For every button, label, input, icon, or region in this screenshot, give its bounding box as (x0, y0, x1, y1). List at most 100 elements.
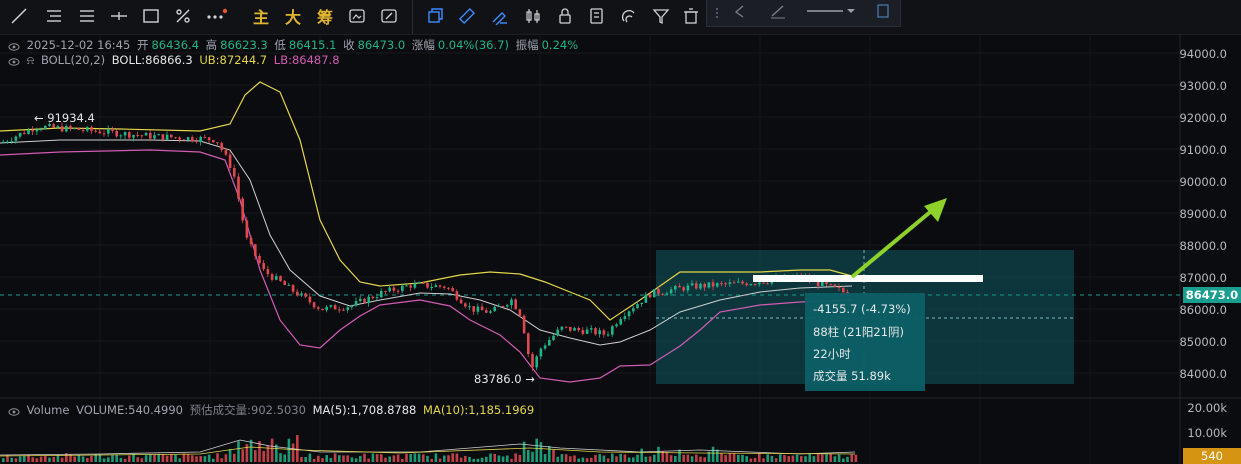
volume-bar (203, 456, 207, 462)
candle-body (182, 139, 186, 141)
volume-bar (178, 458, 181, 462)
volume-bar (783, 455, 786, 462)
horizontal-lines-icon[interactable] (43, 5, 65, 27)
volume-bar (577, 458, 580, 462)
chip-distribution-toggle[interactable]: 筹 (314, 5, 336, 27)
candle-body (480, 306, 484, 311)
volume-bar (489, 453, 492, 462)
price-chart[interactable] (0, 34, 1241, 464)
candle-body (644, 294, 648, 303)
drag-handle-icon[interactable] (713, 2, 723, 24)
eye-icon[interactable] (8, 41, 20, 51)
ruler-icon[interactable] (456, 5, 478, 27)
candle-body (375, 297, 379, 299)
amplitude-value: 0.24% (541, 38, 579, 52)
magnet-icon[interactable] (618, 5, 640, 27)
volume-bar (329, 457, 333, 462)
volume-bar (52, 456, 55, 462)
volume-bar (262, 450, 265, 462)
rectangle-icon[interactable] (140, 5, 162, 27)
candle-body (426, 282, 429, 288)
candle-body (409, 285, 412, 288)
candle-body (304, 293, 307, 297)
volume-bar (300, 456, 303, 462)
note-icon[interactable] (586, 5, 608, 27)
volume-bar (795, 454, 799, 462)
volume-bar (640, 448, 643, 462)
lock-icon[interactable] (554, 5, 576, 27)
volume-bar (459, 457, 463, 462)
candle-body (829, 283, 832, 285)
big-order-toggle[interactable]: 大 (282, 5, 304, 27)
line-width-select[interactable] (805, 0, 857, 22)
volume-bar (737, 454, 740, 462)
eye-icon[interactable] (8, 406, 20, 416)
candle-body (65, 126, 68, 132)
line-color-icon[interactable] (767, 0, 789, 22)
bell-icon[interactable]: ⍾ (27, 53, 35, 67)
volume-bar (191, 455, 194, 462)
volume-bar (606, 458, 610, 462)
price-axis-label: 91000.0 (1179, 143, 1227, 157)
volume-bar (602, 455, 606, 462)
brush-icon[interactable] (172, 5, 194, 27)
high-marker: ← 91934.4 (34, 111, 95, 125)
template-icon[interactable] (729, 0, 751, 22)
boll-name[interactable]: BOLL(20,2) (41, 53, 105, 67)
candle-body (720, 283, 723, 285)
volume-bar (279, 453, 282, 462)
candle-body (81, 129, 85, 131)
candle-body (636, 304, 639, 309)
settings-icon[interactable] (873, 0, 893, 22)
candle-body (732, 282, 736, 284)
candle-icon[interactable] (522, 5, 544, 27)
eye-icon[interactable] (8, 56, 20, 66)
candle-body (203, 136, 207, 138)
candle-body (186, 137, 190, 141)
main-chart-toggle[interactable]: 主 (250, 5, 272, 27)
volume-bar (531, 451, 534, 462)
parallel-lines-icon[interactable] (76, 5, 98, 27)
volume-bar (254, 450, 257, 462)
candle-body (548, 339, 551, 346)
candle-body (417, 282, 421, 284)
volume-name[interactable]: Volume (27, 403, 70, 417)
volume-bar (527, 449, 530, 462)
volume-bar (220, 458, 223, 462)
candle-body (506, 305, 509, 307)
change-value: 0.04%(36.7) (437, 38, 509, 52)
volume-bar (325, 455, 328, 462)
volume-bar (749, 458, 753, 462)
candle-body (493, 306, 496, 312)
volume-bar (611, 453, 614, 462)
more-icon[interactable] (204, 5, 228, 27)
candle-body (674, 285, 677, 290)
candle-body (535, 356, 538, 368)
volume-bar (829, 453, 832, 462)
trash-icon[interactable] (680, 5, 702, 27)
line-style-panel (706, 0, 901, 27)
candle-body (254, 244, 257, 256)
current-price-tag: 86473.0 (1183, 287, 1241, 303)
volume-bar (678, 449, 681, 462)
candle-body (749, 284, 753, 286)
candle-body (342, 309, 345, 311)
volume-bar (443, 455, 446, 462)
candle-body (615, 324, 618, 327)
indicator-icon[interactable] (424, 5, 446, 27)
candle-body (249, 237, 253, 245)
horizontal-ray-drawing (753, 275, 983, 282)
image-icon[interactable] (346, 5, 368, 27)
candle-body (762, 282, 765, 284)
volume-bar (598, 454, 601, 462)
filter-icon[interactable] (650, 5, 672, 27)
measure-icon[interactable] (488, 5, 510, 27)
candle-body (90, 127, 93, 131)
cross-line-icon[interactable] (108, 5, 130, 27)
pen-icon[interactable] (378, 5, 400, 27)
volume-bar (627, 457, 631, 462)
volume-bar (388, 456, 391, 462)
candle-body (359, 298, 362, 302)
candle-body (758, 282, 761, 285)
trend-line-icon[interactable] (8, 5, 30, 27)
